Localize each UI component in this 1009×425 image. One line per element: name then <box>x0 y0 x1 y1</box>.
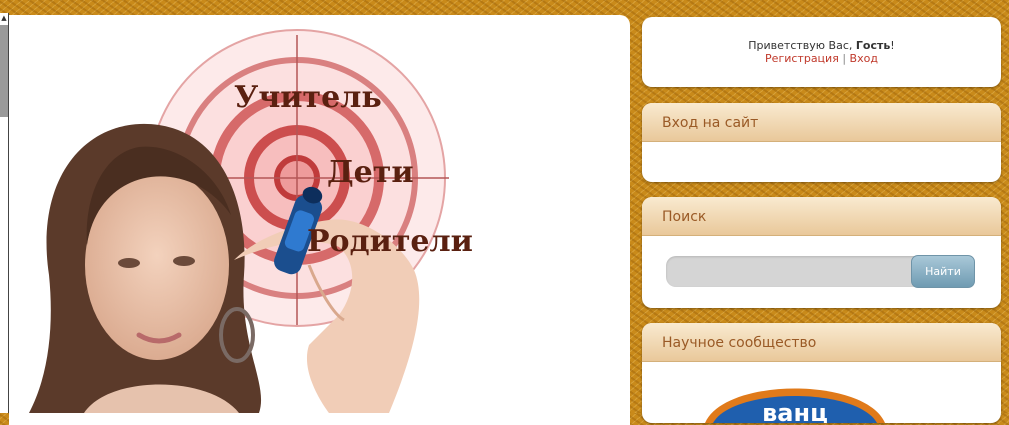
main-content: Учитель Дети Родители <box>9 15 630 425</box>
login-box-title: Вход на сайт <box>642 103 1001 142</box>
scroll-thumb[interactable] <box>0 25 8 117</box>
hero-word-children: Дети <box>327 155 414 190</box>
hero-word-teacher: Учитель <box>234 80 382 115</box>
login-box: Вход на сайт <box>642 103 1001 182</box>
greeting-user: Гость <box>855 39 891 52</box>
search-box: Поиск Найти <box>642 197 1001 308</box>
scrollbar[interactable]: ▲ <box>0 13 9 413</box>
community-box: Научное сообщество ванц <box>642 323 1001 423</box>
auth-links: Регистрация | Вход <box>642 52 1001 65</box>
login-link[interactable]: Вход <box>850 52 878 65</box>
search-input[interactable] <box>666 256 926 287</box>
greeting-suffix: ! <box>890 39 895 52</box>
community-logo-text: ванц <box>762 399 828 423</box>
search-button[interactable]: Найти <box>911 255 975 288</box>
up-arrow-icon[interactable]: ▲ <box>0 13 8 24</box>
greeting-prefix: Приветствую Вас, <box>748 39 853 52</box>
link-separator: | <box>842 52 847 65</box>
community-box-title: Научное сообщество <box>642 323 1001 362</box>
search-box-title: Поиск <box>642 197 1001 236</box>
register-link[interactable]: Регистрация <box>765 52 839 65</box>
hero-image: Учитель Дети Родители <box>29 29 473 413</box>
greeting-line: Приветствую Вас, Гость! <box>642 39 1001 52</box>
hero-word-parents: Родители <box>307 224 473 259</box>
greeting-box: Приветствую Вас, Гость! Регистрация | Вх… <box>642 17 1001 87</box>
community-logo[interactable]: ванц <box>700 383 890 423</box>
